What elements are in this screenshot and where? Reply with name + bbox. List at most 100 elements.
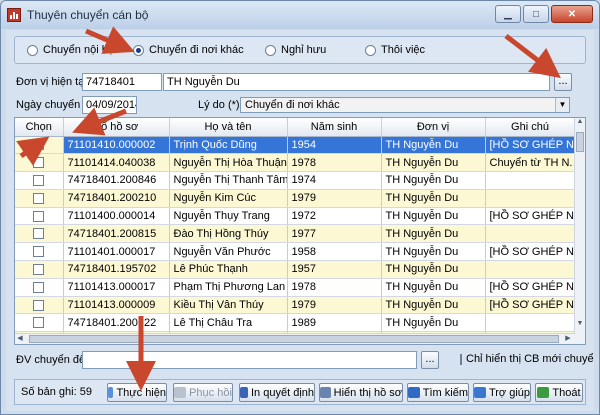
header-ghi-chu[interactable]: Ghi chú xyxy=(485,118,576,137)
table-row[interactable]: 71101413.000017 Phạm Thị Phương Lan 1978 TH… xyxy=(15,278,576,297)
radio-dot[interactable] xyxy=(265,44,276,56)
radio-dot[interactable] xyxy=(365,44,376,56)
cell-so-ho-so: 71101400.000014 xyxy=(63,207,170,226)
show-profile-button[interactable]: Hiển thị hồ sơ xyxy=(319,383,403,402)
select-cell[interactable] xyxy=(15,242,64,262)
header-don-vi[interactable]: Đơn vị xyxy=(381,118,486,137)
horizontal-scrollbar[interactable]: ◀ ▶ xyxy=(15,333,575,344)
checkbox-label: Chỉ hiển thị CB mới chuyển đi xyxy=(466,353,594,365)
vertical-scrollbar[interactable]: ▲ ▼ xyxy=(574,118,585,344)
row-checkbox[interactable] xyxy=(33,246,45,258)
header-chon[interactable]: Chọn xyxy=(15,118,64,137)
cell-ho-ten: Phạm Thị Phương Lan xyxy=(169,278,288,297)
horizontal-scroll-thumb[interactable] xyxy=(29,335,559,343)
cell-don-vi: TH Nguyễn Du xyxy=(381,136,486,155)
table-row[interactable]: 71101414.040038 Nguyễn Thị Hòa Thuận 1978 T… xyxy=(15,153,576,173)
table-row[interactable]: 74718401.200815 Đào Thị Hồng Thúy 1977 TH N… xyxy=(15,224,576,244)
title-bar[interactable]: Thuyên chuyển cán bộ ▁ □ ✕ xyxy=(1,1,599,29)
staff-table: Chọn Số hồ sơ Họ và tên Năm sinh Đơn vị … xyxy=(14,117,586,345)
cell-ho-ten: Nguyễn Thị Hòa Thuận xyxy=(169,153,288,173)
cell-ghi-chu: [HỒ SƠ GHÉP NỐ xyxy=(485,296,576,315)
print-decision-button[interactable]: In quyết định xyxy=(239,383,315,402)
header-so-ho-so[interactable]: Số hồ sơ xyxy=(63,118,170,137)
main-window: Thuyên chuyển cán bộ ▁ □ ✕ Chuyển nội bộ… xyxy=(0,0,600,415)
cell-so-ho-so: 71101410.000002 xyxy=(63,136,170,155)
row-checkbox[interactable] xyxy=(33,228,45,240)
restore-icon xyxy=(174,387,187,398)
dropdown-arrow-icon[interactable]: ▼ xyxy=(555,98,569,112)
select-cell[interactable] xyxy=(15,189,64,208)
restore-button[interactable]: Phục hồi xyxy=(173,383,233,402)
select-cell[interactable] xyxy=(15,171,64,190)
table-row[interactable]: 74718401.200846 Nguyễn Thị Thanh Tâm 1974 T… xyxy=(15,171,576,190)
scroll-up-icon[interactable]: ▲ xyxy=(575,118,585,129)
table-row[interactable]: 71101413.000009 Kiều Thị Vân Thúy 1979 TH N… xyxy=(15,296,576,315)
radio-chuyen-di-noi-khac[interactable]: Chuyển đi nơi khác xyxy=(133,44,244,56)
radio-chuyen-noi-bo[interactable]: Chuyển nội bộ xyxy=(27,44,114,56)
dv-chuyen-den-field[interactable] xyxy=(82,351,417,369)
checkbox-box[interactable] xyxy=(460,353,462,365)
scroll-left-icon[interactable]: ◀ xyxy=(15,334,25,344)
row-checkbox[interactable] xyxy=(33,175,45,187)
ngay-chuyen-field[interactable]: 04/09/2014 xyxy=(82,96,137,114)
select-cell[interactable] xyxy=(15,278,64,297)
client-area: Chuyển nội bộ Chuyển đi nơi khác Nghỉ hư… xyxy=(6,30,594,411)
select-cell[interactable] xyxy=(15,260,64,279)
browse-don-vi-button[interactable]: ... xyxy=(554,73,572,91)
help-button[interactable]: Trợ giúp xyxy=(473,383,531,402)
select-cell[interactable] xyxy=(15,207,64,226)
row-checkbox[interactable]: ✓ xyxy=(33,139,45,151)
scroll-down-icon[interactable]: ▼ xyxy=(575,320,585,331)
search-button[interactable]: Tìm kiếm xyxy=(407,383,469,402)
table-row[interactable]: 74718401.200210 Nguyễn Kim Cúc 1979 TH Nguy… xyxy=(15,189,576,208)
cell-so-ho-so: 71101413.000009 xyxy=(63,296,170,315)
radio-label: Nghỉ hưu xyxy=(281,44,327,56)
select-cell[interactable] xyxy=(15,296,64,315)
cell-ghi-chu: [HỒ SƠ GHÉP NỐ xyxy=(485,207,576,226)
radio-nghi-huu[interactable]: Nghỉ hưu xyxy=(265,44,326,56)
row-checkbox[interactable] xyxy=(33,157,45,169)
select-cell[interactable] xyxy=(15,153,64,173)
select-cell[interactable] xyxy=(15,313,64,333)
browse-dv-chuyen-den-button[interactable]: ... xyxy=(421,351,439,369)
cell-ghi-chu xyxy=(485,224,576,244)
close-button[interactable]: ✕ xyxy=(551,5,593,23)
row-checkbox[interactable] xyxy=(33,264,45,276)
select-cell[interactable]: ✓ xyxy=(15,136,64,155)
vertical-scroll-thumb[interactable] xyxy=(576,132,584,152)
row-checkbox[interactable] xyxy=(33,192,45,204)
table-row[interactable]: 74718401.195702 Lê Phúc Thạnh 1957 TH Nguyễ… xyxy=(15,260,576,279)
cell-so-ho-so: 71101401.000017 xyxy=(63,242,170,262)
execute-button[interactable]: Thực hiện xyxy=(107,383,167,402)
table-row[interactable]: 74718401.200822 Lê Thị Châu Tra 1989 TH Ngu… xyxy=(15,313,576,333)
radio-dot[interactable] xyxy=(27,44,38,56)
cell-don-vi: TH Nguyễn Du xyxy=(381,224,486,244)
exit-button[interactable]: Thoát xyxy=(535,383,583,402)
radio-dot[interactable] xyxy=(133,44,144,56)
header-nam-sinh[interactable]: Năm sinh xyxy=(287,118,382,137)
table-row[interactable]: 71101401.000017 Nguyễn Văn Phước 1958 TH Ng… xyxy=(15,242,576,262)
cell-ho-ten: Lê Thị Châu Tra xyxy=(169,313,288,333)
chi-hien-thi-checkbox[interactable]: Chỉ hiển thị CB mới chuyển đi xyxy=(460,353,594,365)
cell-ho-ten: Nguyễn Kim Cúc xyxy=(169,189,288,208)
cell-ho-ten: Nguyễn Thị Thanh Tâm xyxy=(169,171,288,190)
radio-thoi-viec[interactable]: Thôi việc xyxy=(365,44,425,56)
row-checkbox[interactable] xyxy=(33,281,45,293)
row-checkbox[interactable] xyxy=(33,299,45,311)
ly-do-select[interactable]: Chuyển đi nơi khác ▼ xyxy=(240,97,570,113)
cell-so-ho-so: 74718401.200210 xyxy=(63,189,170,208)
select-cell[interactable] xyxy=(15,224,64,244)
row-checkbox[interactable] xyxy=(33,317,45,329)
header-ho-ten[interactable]: Họ và tên xyxy=(169,118,288,137)
scroll-right-icon[interactable]: ▶ xyxy=(563,334,573,344)
don-vi-name-field[interactable]: TH Nguyễn Du xyxy=(163,73,550,91)
maximize-button[interactable]: □ xyxy=(523,5,549,23)
table-row[interactable]: ✓ 71101410.000002 Trịnh Quốc Dũng 1954 TH Ng… xyxy=(15,136,576,155)
row-checkbox[interactable] xyxy=(33,210,45,222)
minimize-button[interactable]: ▁ xyxy=(495,5,521,23)
cell-don-vi: TH Nguyễn Du xyxy=(381,171,486,190)
button-label: Tìm kiếm xyxy=(422,386,468,399)
don-vi-code-field[interactable]: 74718401 xyxy=(82,73,162,91)
cell-don-vi: TH Nguyễn Du xyxy=(381,189,486,208)
table-row[interactable]: 71101400.000014 Nguyễn Thụy Trang 1972 TH N… xyxy=(15,207,576,226)
